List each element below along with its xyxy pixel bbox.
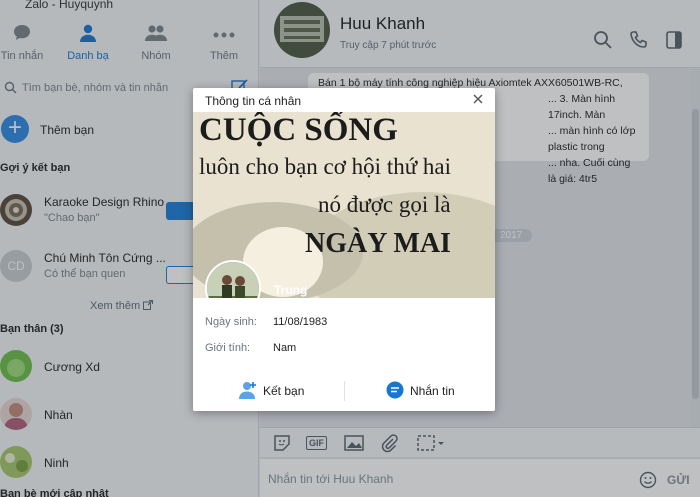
cover-text: nó được gọi là [318,192,451,217]
cover-photo: CUỘC SỐNG luôn cho bạn cơ hội thứ hai nó… [193,112,495,298]
close-icon[interactable] [471,92,485,106]
add-user-icon [238,380,258,403]
message-label: Nhắn tin [410,384,455,398]
field-label: Ngày sinh: [205,316,257,328]
button-divider [344,381,345,401]
add-friend-label: Kết bạn [263,384,305,398]
field-label: Giới tính: [205,342,251,354]
cover-text: NGÀY MAI [305,228,451,259]
dialog-title: Thông tin cá nhân [205,94,302,108]
cover-text: luôn cho bạn cơ hội thứ hai [199,154,452,179]
field-value: Nam [273,342,297,354]
cover-text: CUỘC SỐNG [199,112,398,148]
chat-bubble-icon [385,380,405,403]
field-value: 11/08/1983 [273,316,328,328]
profile-dialog: Thông tin cá nhân CUỘC SỐNG luôn cho bạn… [193,88,495,411]
profile-name: Trung [274,283,308,297]
